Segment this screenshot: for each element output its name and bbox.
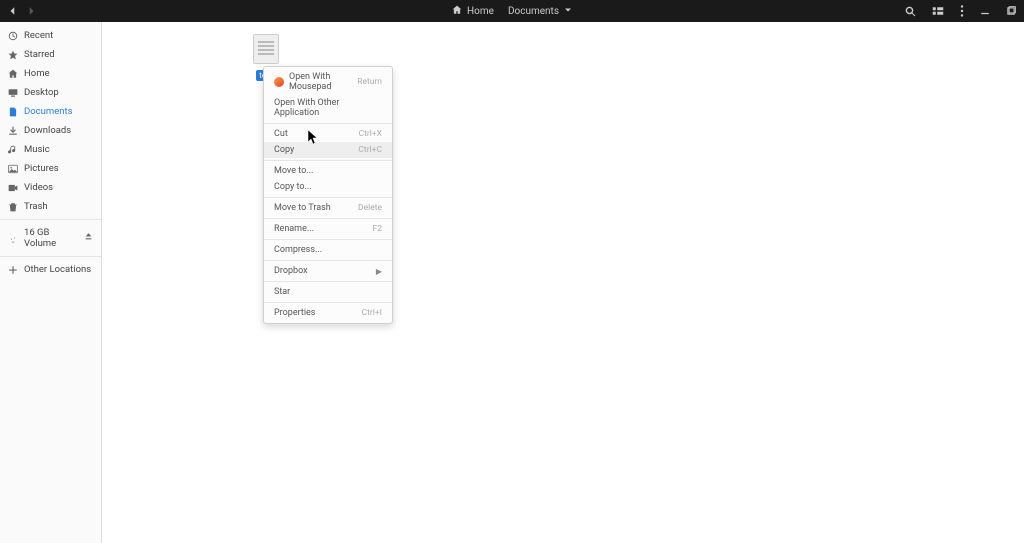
text-file-icon (253, 34, 279, 64)
sidebar-item-label: Music (24, 144, 50, 155)
menu-separator (264, 218, 392, 219)
breadcrumb-home-label: Home (467, 6, 494, 17)
breadcrumb-documents[interactable]: Documents (508, 6, 572, 17)
menu-rename[interactable]: Rename... F2 (264, 221, 392, 237)
submenu-arrow-icon: ▶ (376, 267, 382, 276)
back-button[interactable] (8, 6, 18, 16)
sidebar-item-other-locations[interactable]: Other Locations (0, 260, 101, 279)
sidebar-item-documents[interactable]: Documents (0, 102, 101, 121)
menu-item-label: Cut (274, 129, 288, 139)
breadcrumb-home[interactable]: Home (452, 5, 494, 18)
menu-shortcut: F2 (373, 224, 382, 234)
menu-separator (264, 281, 392, 282)
sidebar-item-label: Recent (24, 30, 53, 41)
menu-item-label: Move to Trash (274, 203, 331, 213)
sidebar-item-label: Documents (24, 106, 73, 117)
home-icon (452, 5, 462, 18)
chevron-down-icon (564, 6, 572, 17)
sidebar-item-downloads[interactable]: Downloads (0, 121, 101, 140)
sidebar-item-music[interactable]: Music (0, 140, 101, 159)
sidebar-item-label: Videos (24, 182, 53, 193)
mousepad-app-icon (274, 77, 284, 87)
menu-separator (264, 123, 392, 124)
view-mode-button[interactable] (932, 6, 944, 16)
sidebar-item-label: Home (24, 68, 50, 79)
sidebar-item-trash[interactable]: Trash (0, 197, 101, 216)
sidebar-separator (0, 219, 101, 220)
menu-item-label: Open With Other Application (274, 98, 382, 118)
menu-shortcut: Ctrl+I (362, 308, 382, 318)
usb-icon (8, 233, 18, 243)
sidebar-item-label: Pictures (24, 163, 59, 174)
menu-separator (264, 302, 392, 303)
menu-item-label: Copy to... (274, 182, 312, 192)
sidebar-item-label: Other Locations (24, 264, 91, 275)
context-menu: Open With Mousepad Return Open With Othe… (263, 66, 393, 324)
menu-item-label: Dropbox (274, 266, 308, 276)
header-bar: Home Documents (0, 0, 1024, 22)
sidebar-item-label: 16 GB Volume (24, 227, 78, 249)
menu-copy[interactable]: Copy Ctrl+C (264, 142, 392, 158)
menu-item-label: Star (274, 287, 290, 297)
menu-separator (264, 160, 392, 161)
menu-button[interactable] (960, 5, 964, 17)
menu-shortcut: Return (357, 77, 382, 87)
menu-open-with-other[interactable]: Open With Other Application (264, 95, 392, 121)
menu-move-to-trash[interactable]: Move to Trash Delete (264, 200, 392, 216)
content-area[interactable]: test Open With Mousepad Return Open With… (102, 22, 1024, 543)
minimize-button[interactable] (980, 6, 990, 16)
sidebar-item-label: Desktop (24, 87, 59, 98)
maximize-restore-button[interactable] (1006, 6, 1016, 16)
menu-dropbox[interactable]: Dropbox ▶ (264, 263, 392, 279)
menu-item-label: Rename... (274, 224, 314, 234)
sidebar-item-label: Downloads (24, 125, 71, 136)
menu-move-to[interactable]: Move to... (264, 163, 392, 179)
sidebar-item-volume[interactable]: 16 GB Volume (0, 223, 101, 253)
menu-shortcut: Ctrl+X (359, 129, 382, 139)
sidebar-item-recent[interactable]: Recent (0, 26, 101, 45)
breadcrumb-documents-label: Documents (508, 6, 559, 17)
menu-compress[interactable]: Compress... (264, 242, 392, 258)
sidebar-item-desktop[interactable]: Desktop (0, 83, 101, 102)
menu-separator (264, 260, 392, 261)
menu-item-label: Copy (274, 145, 294, 155)
sidebar-separator (0, 256, 101, 257)
menu-copy-to[interactable]: Copy to... (264, 179, 392, 195)
forward-button[interactable] (26, 6, 36, 16)
menu-separator (264, 239, 392, 240)
sidebar-item-label: Starred (24, 49, 55, 60)
menu-shortcut: Ctrl+C (358, 145, 382, 155)
menu-properties[interactable]: Properties Ctrl+I (264, 305, 392, 321)
sidebar-item-pictures[interactable]: Pictures (0, 159, 101, 178)
sidebar-item-videos[interactable]: Videos (0, 178, 101, 197)
menu-item-label: Properties (274, 308, 315, 318)
menu-item-label: Move to... (274, 166, 313, 176)
menu-item-label: Compress... (274, 245, 322, 255)
search-button[interactable] (905, 6, 916, 17)
sidebar: Recent Starred Home Desktop Documents Do… (0, 22, 102, 543)
eject-icon[interactable] (84, 232, 93, 244)
sidebar-item-starred[interactable]: Starred (0, 45, 101, 64)
sidebar-item-label: Trash (24, 201, 48, 212)
menu-item-label: Open With Mousepad (289, 72, 357, 92)
menu-star[interactable]: Star (264, 284, 392, 300)
sidebar-item-home[interactable]: Home (0, 64, 101, 83)
menu-open-with-mousepad[interactable]: Open With Mousepad Return (264, 69, 392, 95)
menu-cut[interactable]: Cut Ctrl+X (264, 126, 392, 142)
menu-shortcut: Delete (358, 203, 382, 213)
menu-separator (264, 197, 392, 198)
